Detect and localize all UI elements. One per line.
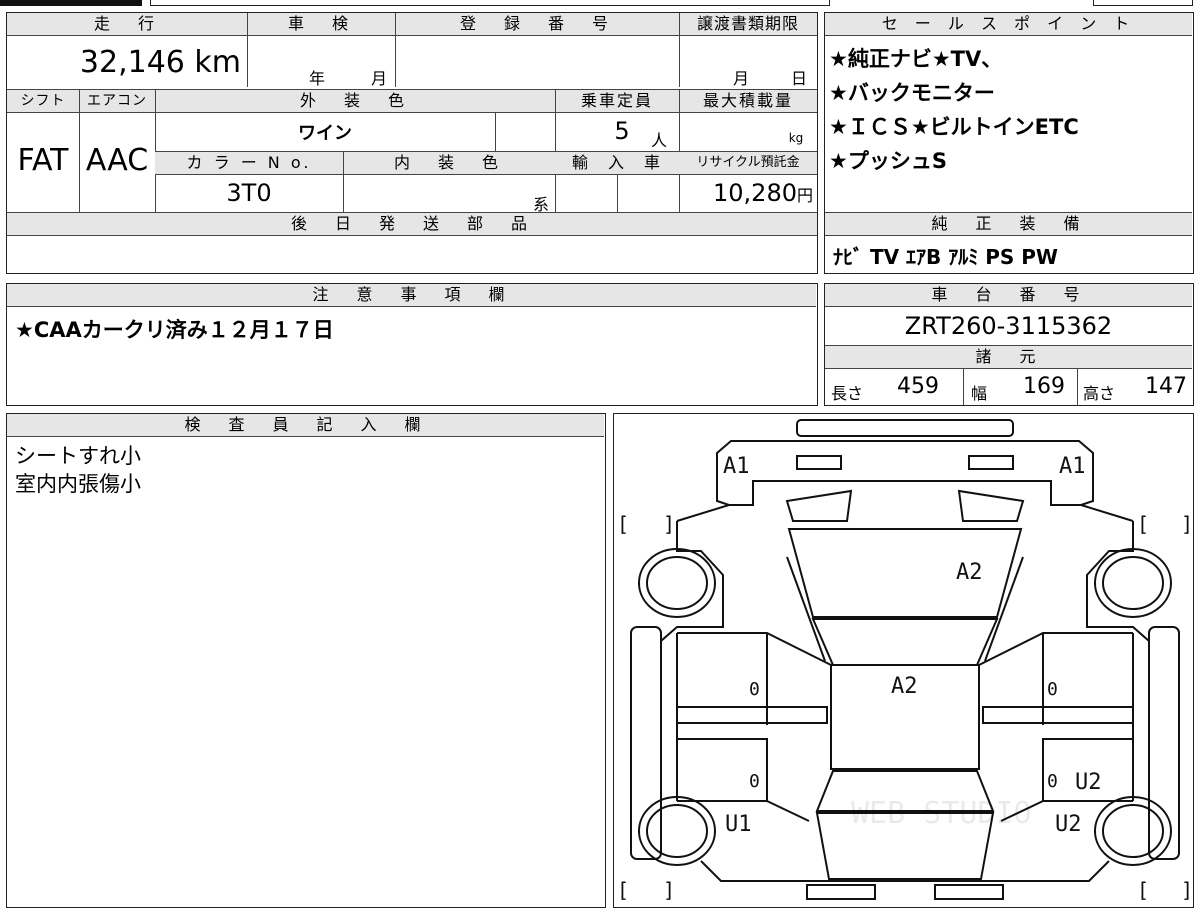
- top-strip: [150, 0, 830, 6]
- aircon-value: AAC: [85, 143, 149, 178]
- bracket-tl-close: ]: [663, 512, 675, 536]
- color-no-label: カ ラ ー N o.: [155, 152, 343, 175]
- sales-point-3: ★ＩＣＳ★ビルトインETC: [829, 115, 1079, 139]
- length-value: 459: [897, 374, 939, 399]
- caution-box: 注 意 事 項 欄 ★CAAカークリ済み１２月１７日: [6, 283, 818, 406]
- transfer-day: 日: [790, 69, 807, 88]
- imported-label: 輸 入 車: [555, 152, 679, 175]
- bracket-br-open: [: [1137, 878, 1149, 902]
- chassis-box: 車 台 番 号 ZRT260-3115362 諸 元 長さ 459 幅 169 …: [824, 283, 1194, 406]
- mark-roof: A2: [891, 674, 918, 699]
- recycle-fee-value: 10,280円: [679, 179, 817, 207]
- mileage-label: 走 行: [7, 13, 247, 36]
- summary-table: 走 行 車 検 登 録 番 号 譲渡書類期限 32,146 km 年 月 月 日…: [6, 12, 818, 274]
- height-label: 高さ: [1083, 384, 1116, 403]
- delivery-parts-label: 後 日 発 送 部 品: [7, 213, 817, 236]
- capacity-unit: 人: [650, 131, 667, 150]
- inspection-year: 年: [308, 69, 325, 88]
- exterior-color-value: ワイン: [298, 123, 352, 144]
- shift-label: シフト: [7, 90, 79, 113]
- mark-hood: A2: [956, 560, 983, 585]
- car-diagram-box: A1 A1 A2 A2 0 0 0 0 U2 U1 U2 [ ] [ ] [ ]…: [613, 413, 1194, 908]
- sales-point-1: ★純正ナビ★TV、: [829, 47, 1003, 71]
- width-label: 幅: [971, 384, 988, 403]
- sales-points-title: セ ー ル ス ポ イ ン ト: [825, 13, 1192, 36]
- mark-front-left: A1: [723, 454, 750, 479]
- mark-door-rl: 0: [749, 771, 760, 792]
- chassis-number: ZRT260-3115362: [904, 312, 1113, 340]
- transfer-deadline-label: 譲渡書類期限: [679, 13, 817, 36]
- sales-point-4: ★プッシュS: [829, 149, 947, 173]
- capacity-label: 乗車定員: [555, 90, 679, 113]
- exterior-color-label: 外 装 色: [155, 90, 555, 113]
- mark-door-fl: 0: [749, 679, 760, 700]
- mileage-value: 32,146 km: [79, 45, 241, 80]
- bracket-bl-open: [: [617, 878, 629, 902]
- color-no-value: 3T0: [226, 179, 272, 207]
- watermark: WEB STUDIO: [851, 796, 1032, 831]
- bracket-bl-close: ]: [663, 878, 675, 902]
- inspector-title: 検 査 員 記 入 欄: [7, 414, 604, 437]
- interior-color-label: 内 装 色: [343, 152, 555, 175]
- height-value: 147: [1145, 374, 1187, 399]
- length-label: 長さ: [831, 384, 864, 403]
- recycle-fee-label: リサイクル預託金: [679, 152, 817, 175]
- bracket-tr-open: [: [1137, 512, 1149, 536]
- load-unit: kg: [788, 131, 804, 145]
- inspector-note-1: シートすれ小: [15, 444, 141, 468]
- inspector-box: 検 査 員 記 入 欄 シートすれ小 室内内張傷小: [6, 413, 606, 908]
- recycle-fee-amount: 10,280: [713, 179, 797, 207]
- top-dark-tab: [0, 0, 142, 6]
- bracket-br-close: ]: [1181, 878, 1192, 902]
- genuine-equipment-items: ﾅﾋﾞ TV ｴｱB ｱﾙﾐ PS PW: [833, 245, 1058, 269]
- caution-title: 注 意 事 項 欄: [7, 284, 816, 307]
- specs-title: 諸 元: [825, 346, 1192, 369]
- chassis-title: 車 台 番 号: [825, 284, 1192, 307]
- bracket-tr-close: ]: [1181, 512, 1192, 536]
- mark-door-rr: 0: [1047, 771, 1058, 792]
- width-value: 169: [1023, 374, 1065, 399]
- top-strip-right: [1093, 0, 1193, 6]
- transfer-month: 月: [732, 69, 749, 88]
- genuine-equipment-title: 純 正 装 備: [825, 213, 1192, 236]
- mark-front-right: A1: [1059, 454, 1086, 479]
- inspection-month: 月: [370, 69, 387, 88]
- mark-rear-right-door: U2: [1075, 770, 1102, 795]
- sales-point-2: ★バックモニター: [829, 81, 995, 105]
- shift-value: FAT: [17, 143, 69, 178]
- caution-text: ★CAAカークリ済み１２月１７日: [15, 318, 334, 342]
- car-diagram: A1 A1 A2 A2 0 0 0 0 U2 U1 U2 [ ] [ ] [ ]…: [617, 419, 1192, 902]
- mark-rear-left-fender: U1: [725, 812, 752, 837]
- mark-rear-right-fender: U2: [1055, 812, 1082, 837]
- recycle-fee-unit: 円: [796, 186, 813, 205]
- aircon-label: エアコン: [79, 90, 155, 113]
- inspection-label: 車 検: [247, 13, 395, 36]
- capacity-value: 5: [614, 117, 630, 145]
- bracket-tl-open: [: [617, 512, 629, 536]
- sales-points-box: セ ー ル ス ポ イ ン ト ★純正ナビ★TV、 ★バックモニター ★ＩＣＳ★…: [824, 12, 1194, 274]
- max-load-label: 最大積載量: [679, 90, 817, 113]
- mark-door-fr: 0: [1047, 679, 1058, 700]
- inspector-note-2: 室内内張傷小: [15, 472, 141, 496]
- registration-label: 登 録 番 号: [395, 13, 679, 36]
